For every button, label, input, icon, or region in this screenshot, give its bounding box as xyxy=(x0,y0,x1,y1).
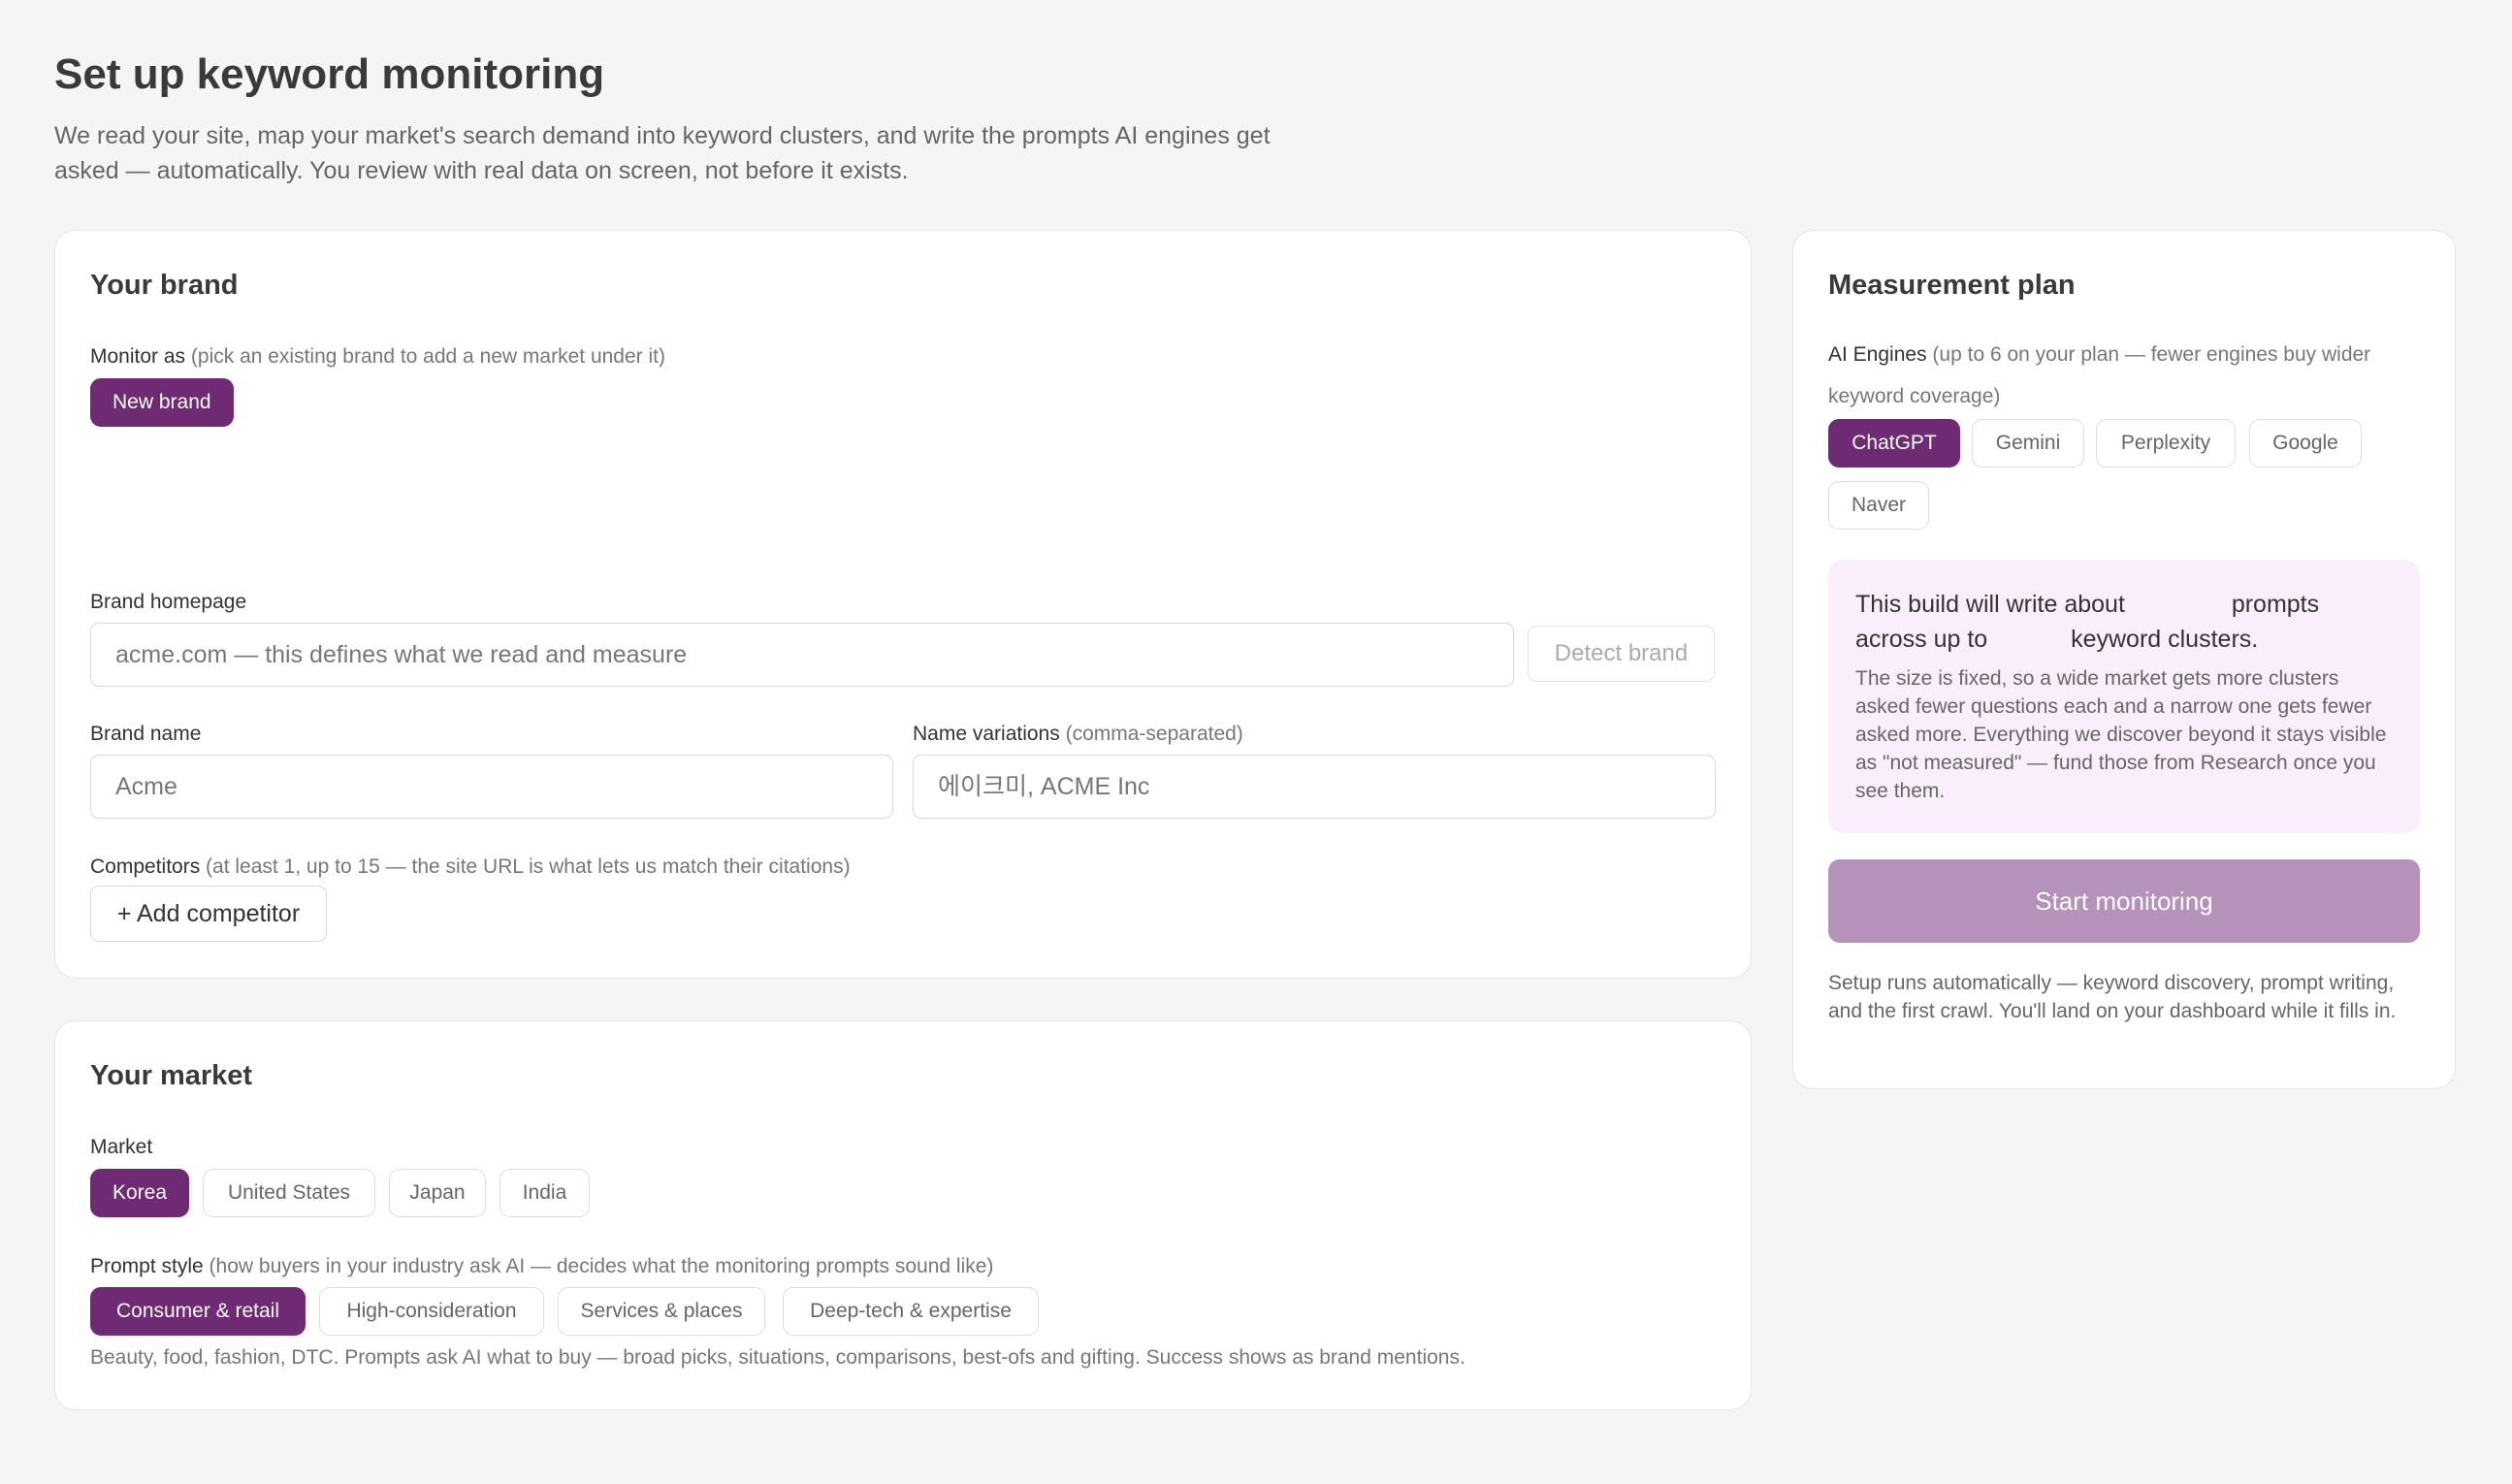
detect-brand-button[interactable]: Detect brand xyxy=(1528,626,1715,682)
prompt-count-placeholder xyxy=(2132,591,2225,612)
prompt-style-hint: (how buyers in your industry ask AI — de… xyxy=(209,1255,994,1277)
setup-page: Set up keyword monitoring We read your s… xyxy=(0,0,2512,1484)
market-chip-korea[interactable]: Korea xyxy=(90,1169,189,1217)
cluster-count-placeholder xyxy=(1994,626,2064,647)
prompt-style-label: Prompt style (how buyers in your industr… xyxy=(90,1255,994,1277)
engine-chip-chatgpt[interactable]: ChatGPT xyxy=(1828,419,1960,468)
prompt-style-consumer-retail[interactable]: Consumer & retail xyxy=(90,1287,306,1336)
homepage-input[interactable] xyxy=(90,623,1514,687)
prompt-style-description: Beauty, food, fashion, DTC. Prompts ask … xyxy=(90,1346,1465,1369)
brand-name-input[interactable] xyxy=(90,755,893,819)
page-title: Set up keyword monitoring xyxy=(54,50,605,98)
setup-footer-note: Setup runs automatically — keyword disco… xyxy=(1828,972,2397,1022)
build-size-info: This build will write about prompts acro… xyxy=(1828,560,2420,833)
market-chip-india[interactable]: India xyxy=(499,1169,590,1217)
prompt-style-high-consideration[interactable]: High-consideration xyxy=(319,1287,544,1336)
monitor-as-label: Monitor as (pick an existing brand to ad… xyxy=(90,345,665,368)
build-size-explanation: The size is fixed, so a wide market gets… xyxy=(1855,667,2387,802)
engine-chip-google[interactable]: Google xyxy=(2249,419,2362,468)
name-variations-label: Name variations (comma-separated) xyxy=(913,723,1243,745)
plan-card: Measurement plan AI Engines (up to 6 on … xyxy=(1792,230,2456,1089)
competitors-label: Competitors (at least 1, up to 15 — the … xyxy=(90,855,851,878)
new-brand-chip[interactable]: New brand xyxy=(90,378,234,427)
prompt-style-deep-tech[interactable]: Deep-tech & expertise xyxy=(783,1287,1039,1336)
start-monitoring-button[interactable]: Start monitoring xyxy=(1828,859,2420,943)
homepage-label: Brand homepage xyxy=(90,591,247,613)
engines-label: AI Engines (up to 6 on your plan — fewer… xyxy=(1828,343,2371,407)
name-variations-input[interactable] xyxy=(913,755,1716,819)
competitors-hint: (at least 1, up to 15 — the site URL is … xyxy=(206,855,851,878)
plan-card-title: Measurement plan xyxy=(1828,270,2076,301)
prompt-style-services-places[interactable]: Services & places xyxy=(558,1287,765,1336)
build-size-summary: This build will write about prompts acro… xyxy=(1855,591,2320,653)
engine-chip-perplexity[interactable]: Perplexity xyxy=(2096,419,2236,468)
market-label: Market xyxy=(90,1136,153,1158)
name-variations-hint: (comma-separated) xyxy=(1065,723,1243,745)
engine-chip-naver[interactable]: Naver xyxy=(1828,481,1929,530)
add-competitor-button[interactable]: + Add competitor xyxy=(90,886,327,942)
market-card: Your market Market Korea United States J… xyxy=(54,1020,1752,1410)
brand-card-title: Your brand xyxy=(90,270,239,301)
monitor-as-hint: (pick an existing brand to add a new mar… xyxy=(190,345,665,368)
engine-chip-gemini[interactable]: Gemini xyxy=(1972,419,2084,468)
page-subtitle: We read your site, map your market's sea… xyxy=(54,122,1271,184)
brand-name-label: Brand name xyxy=(90,723,202,745)
market-chip-united-states[interactable]: United States xyxy=(203,1169,375,1217)
brand-card: Your brand Monitor as (pick an existing … xyxy=(54,230,1752,979)
market-chip-japan[interactable]: Japan xyxy=(389,1169,486,1217)
market-card-title: Your market xyxy=(90,1060,253,1091)
